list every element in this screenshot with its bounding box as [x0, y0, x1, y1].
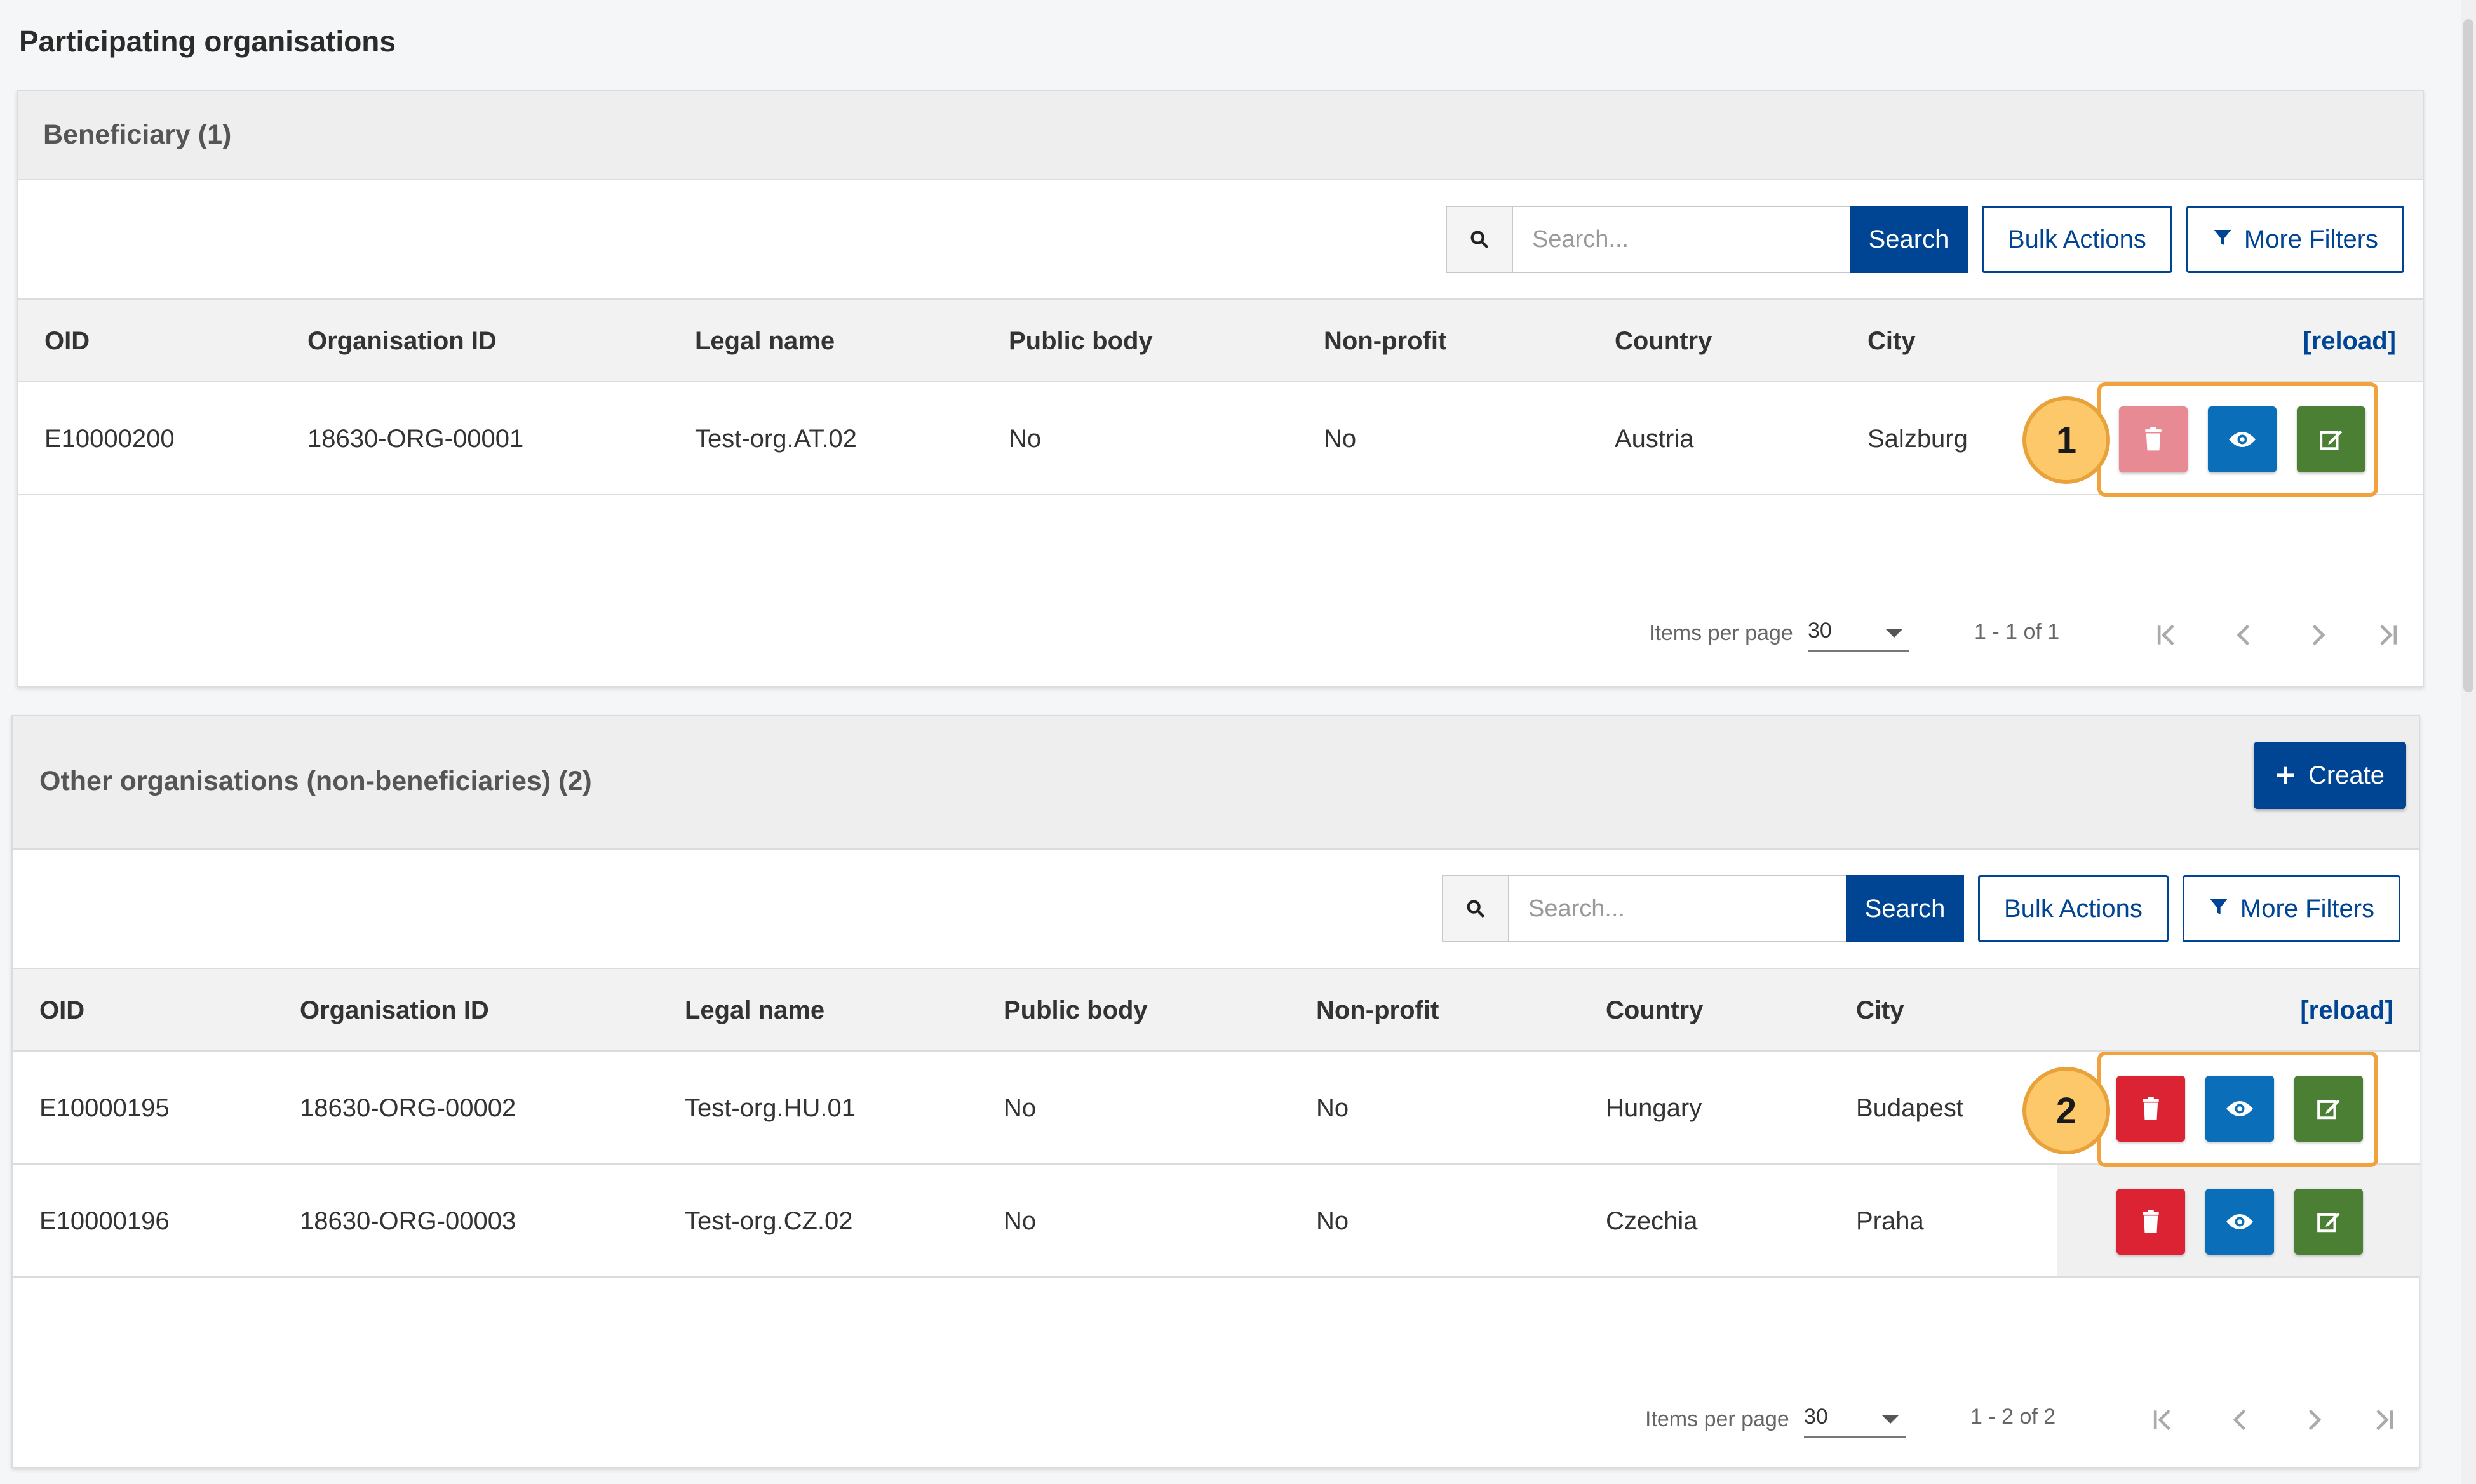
cell-organisation-id: 18630-ORG-00001	[307, 425, 524, 453]
beneficiary-table-header: OID Organisation ID Legal name Public bo…	[18, 298, 2423, 382]
column-header-non-profit: Non-profit	[1324, 327, 1447, 355]
edit-button[interactable]	[2294, 1189, 2363, 1255]
cell-country: Hungary	[1606, 1094, 1702, 1122]
pagination-range: 1 - 1 of 1	[1974, 620, 2060, 644]
more-filters-label: More Filters	[2240, 894, 2375, 923]
other-search-group: Search	[1442, 875, 1964, 942]
create-label: Create	[2308, 761, 2385, 789]
cell-city: Budapest	[1856, 1094, 1964, 1122]
beneficiary-search-button[interactable]: Search	[1850, 206, 1968, 273]
pagination-range: 1 - 2 of 2	[1970, 1405, 2056, 1429]
other-toolbar: Search Bulk Actions More Filters	[1442, 875, 2401, 942]
column-header-city: City	[1867, 327, 1916, 355]
cell-public-body: No	[1004, 1094, 1037, 1122]
items-per-page-select[interactable]: 30	[1804, 1400, 1906, 1438]
other-search-input[interactable]	[1508, 875, 1846, 942]
trash-icon	[2143, 1210, 2159, 1233]
last-page-icon[interactable]	[2368, 616, 2406, 654]
column-header-organisation-id: Organisation ID	[307, 327, 497, 355]
next-page-icon[interactable]	[2298, 616, 2336, 654]
column-header-organisation-id: Organisation ID	[300, 996, 489, 1024]
beneficiary-toolbar: Search Bulk Actions More Filters	[1446, 206, 2405, 273]
eye-icon	[2226, 1214, 2253, 1229]
view-button[interactable]	[2205, 1189, 2274, 1255]
first-page-icon[interactable]	[2148, 616, 2186, 654]
cell-non-profit: No	[1316, 1207, 1349, 1235]
items-per-page-select[interactable]: 30	[1808, 613, 1909, 652]
column-header-oid: OID	[39, 996, 85, 1024]
other-search-button[interactable]: Search	[1846, 875, 1964, 942]
first-page-icon[interactable]	[2144, 1401, 2183, 1439]
cell-legal-name: Test-org.CZ.02	[685, 1207, 853, 1235]
beneficiary-panel: Beneficiary (1) Search Bulk Actions More…	[17, 90, 2424, 687]
filter-icon	[2209, 895, 2229, 923]
bulk-actions-label: Bulk Actions	[2008, 225, 2146, 253]
cell-oid: E10000200	[44, 425, 175, 453]
other-more-filters-button[interactable]: More Filters	[2182, 875, 2401, 942]
next-page-icon[interactable]	[2294, 1401, 2332, 1439]
cell-legal-name: Test-org.HU.01	[685, 1094, 856, 1122]
scrollbar-thumb[interactable]	[2463, 19, 2473, 692]
items-per-page-value: 30	[1808, 618, 1832, 643]
previous-page-icon[interactable]	[2226, 616, 2264, 654]
more-filters-label: More Filters	[2244, 225, 2379, 253]
cell-organisation-id: 18630-ORG-00003	[300, 1207, 516, 1235]
column-header-legal-name: Legal name	[695, 327, 835, 355]
column-header-legal-name: Legal name	[685, 996, 825, 1024]
cell-public-body: No	[1004, 1207, 1037, 1235]
cell-country: Czechia	[1606, 1207, 1698, 1235]
filter-icon	[2212, 225, 2233, 254]
beneficiary-reload-link[interactable]: [reload]	[2303, 300, 2396, 382]
beneficiary-panel-title: Beneficiary (1)	[43, 119, 232, 150]
cell-oid: E10000195	[39, 1094, 170, 1122]
column-header-non-profit: Non-profit	[1316, 996, 1439, 1024]
table-row: E10000196 18630-ORG-00003 Test-org.CZ.02…	[13, 1165, 2420, 1278]
last-page-icon[interactable]	[2364, 1401, 2402, 1439]
chevron-down-icon	[1885, 629, 1903, 638]
column-header-public-body: Public body	[1004, 996, 1148, 1024]
items-per-page-value: 30	[1804, 1405, 1828, 1429]
page-scrollbar[interactable]	[2461, 0, 2476, 1484]
column-header-city: City	[1856, 996, 1904, 1024]
other-organisations-panel-header: Other organisations (non-beneficiaries) …	[13, 716, 2419, 850]
bulk-actions-label: Bulk Actions	[2004, 894, 2143, 923]
cell-organisation-id: 18630-ORG-00002	[300, 1094, 516, 1122]
highlight-box-1	[2097, 382, 2378, 497]
create-button[interactable]: Create	[2253, 742, 2406, 809]
column-header-country: Country	[1606, 996, 1704, 1024]
items-per-page-label: Items per page	[1645, 1407, 1789, 1431]
beneficiary-more-filters-button[interactable]: More Filters	[2186, 206, 2405, 273]
column-header-oid: OID	[44, 327, 90, 355]
other-organisations-panel-title: Other organisations (non-beneficiaries) …	[39, 766, 592, 796]
other-reload-link[interactable]: [reload]	[2300, 969, 2393, 1052]
cell-non-profit: No	[1324, 425, 1357, 453]
beneficiary-panel-header: Beneficiary (1)	[18, 91, 2423, 180]
cell-city: Salzburg	[1867, 425, 1968, 453]
search-icon	[1446, 206, 1512, 273]
other-bulk-actions-button[interactable]: Bulk Actions	[1978, 875, 2169, 942]
highlight-box-2	[2097, 1052, 2378, 1167]
edit-icon	[2317, 1212, 2340, 1233]
cell-country: Austria	[1615, 425, 1694, 453]
search-icon	[1442, 875, 1508, 942]
cell-city: Praha	[1856, 1207, 1924, 1235]
cell-non-profit: No	[1316, 1094, 1349, 1122]
cell-legal-name: Test-org.AT.02	[695, 425, 857, 453]
callout-badge-2: 2	[2022, 1067, 2110, 1154]
column-header-country: Country	[1615, 327, 1712, 355]
delete-button[interactable]	[2116, 1189, 2185, 1255]
beneficiary-search-input[interactable]	[1512, 206, 1850, 273]
previous-page-icon[interactable]	[2222, 1401, 2260, 1439]
beneficiary-search-group: Search	[1446, 206, 1968, 273]
chevron-down-icon	[1881, 1415, 1899, 1424]
beneficiary-bulk-actions-button[interactable]: Bulk Actions	[1982, 206, 2172, 273]
items-per-page-label: Items per page	[1649, 621, 1793, 645]
callout-badge-1: 1	[2022, 396, 2110, 484]
cell-public-body: No	[1009, 425, 1042, 453]
page-title: Participating organisations	[19, 25, 396, 58]
column-header-public-body: Public body	[1009, 327, 1153, 355]
cell-oid: E10000196	[39, 1207, 170, 1235]
other-table-header: OID Organisation ID Legal name Public bo…	[13, 968, 2419, 1052]
plus-icon	[2277, 766, 2294, 784]
